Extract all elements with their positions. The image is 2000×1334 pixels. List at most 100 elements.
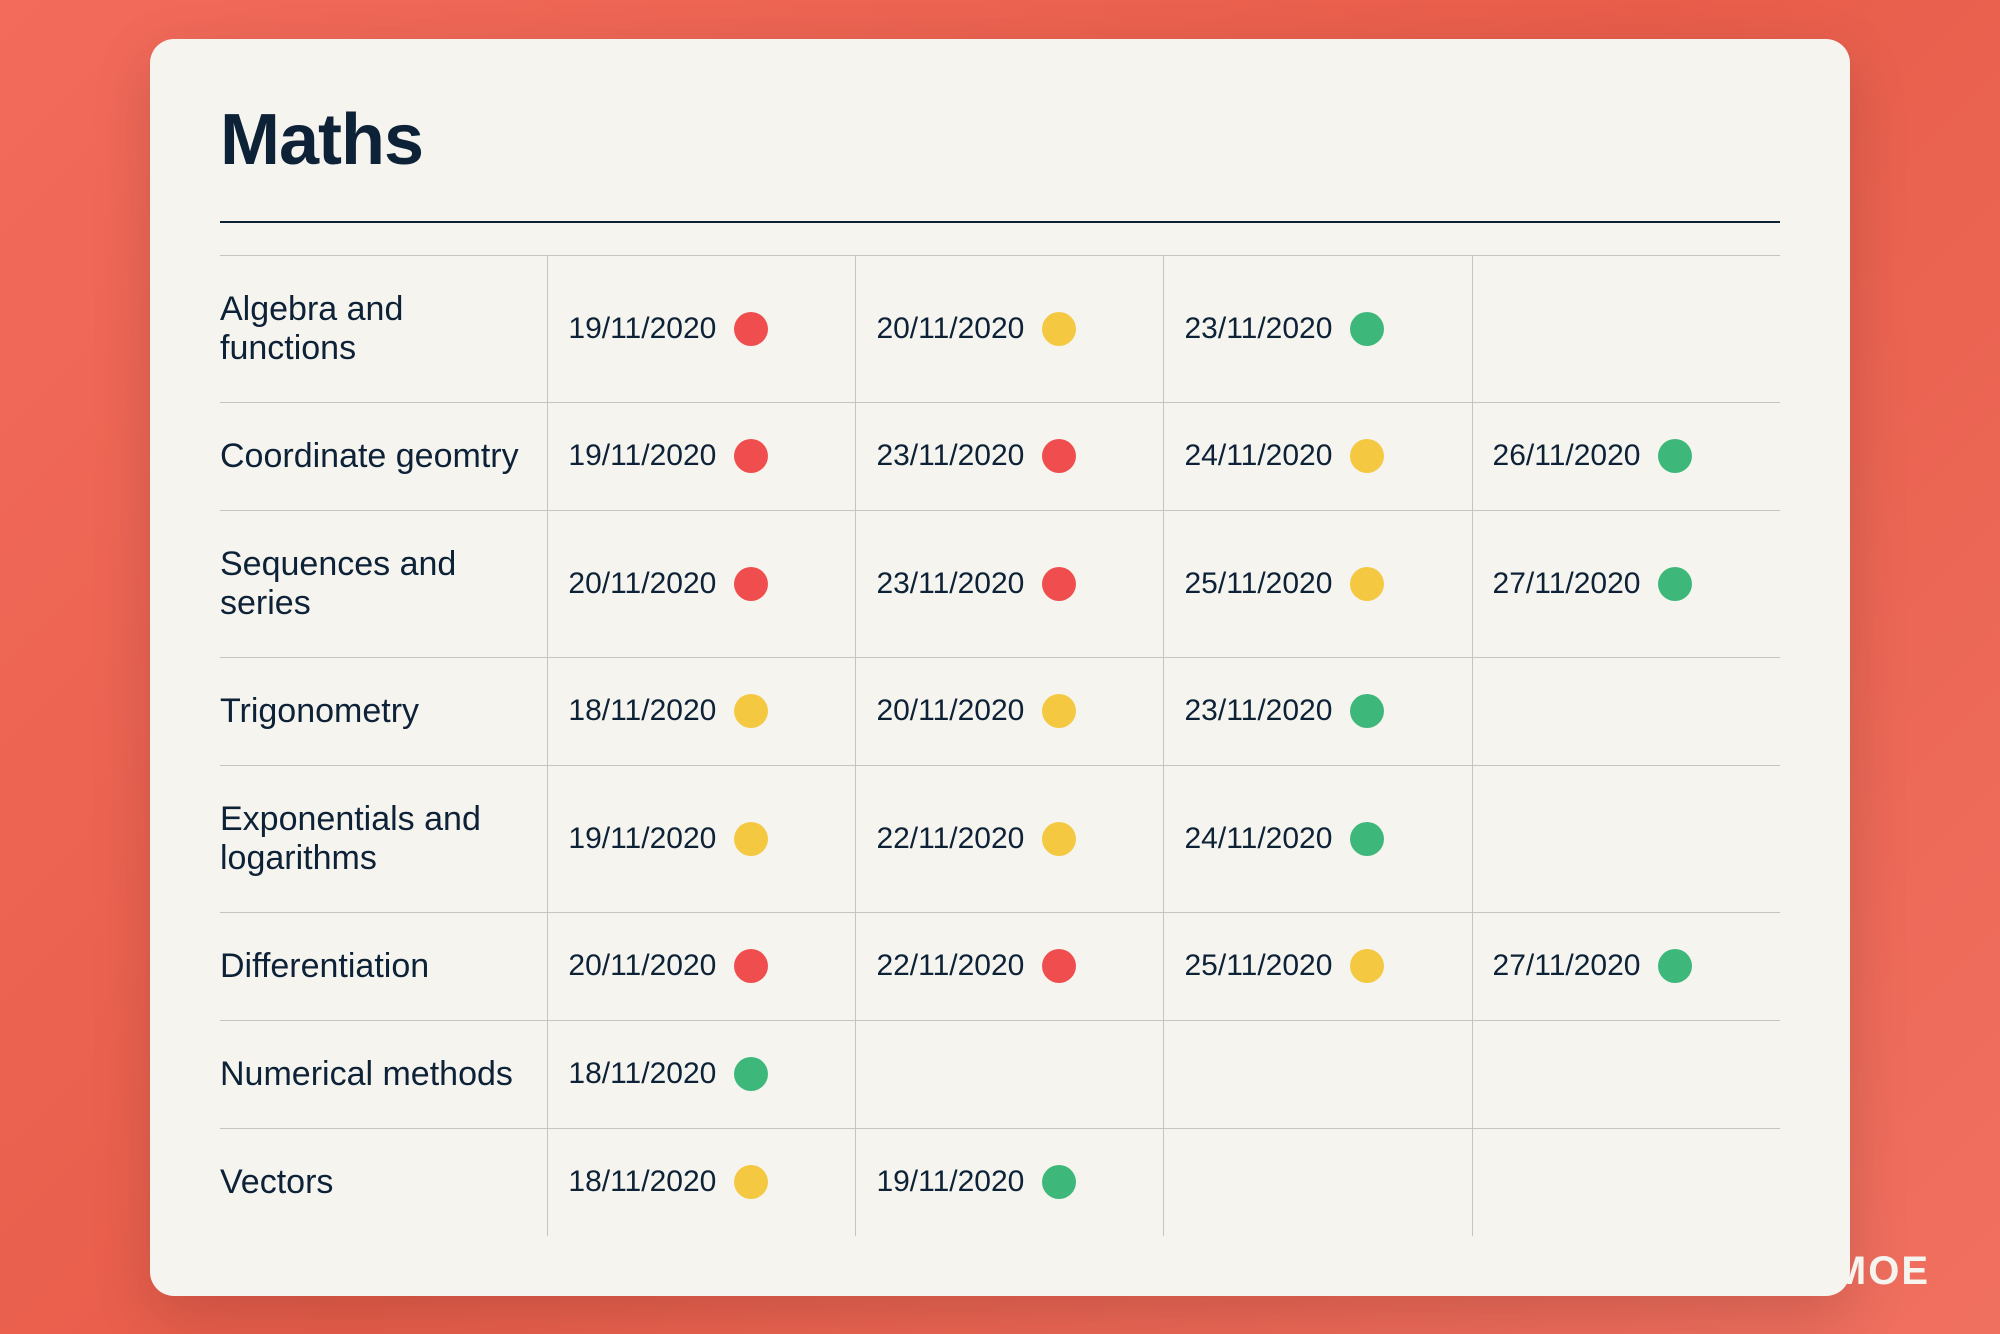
red-dot [734, 439, 768, 473]
green-dot [1350, 822, 1384, 856]
entry-cell: 23/11/2020 [856, 510, 1164, 657]
red-dot [734, 949, 768, 983]
red-dot [1042, 949, 1076, 983]
entry-date: 24/11/2020 [1184, 822, 1332, 856]
entry-cell: 18/11/2020 [548, 1020, 856, 1128]
table-row: Coordinate geomtry 19/11/2020 23/11/2020 24… [220, 402, 1780, 510]
orange-dot [1042, 312, 1076, 346]
entry-date: 25/11/2020 [1184, 949, 1332, 983]
topic-cell: Numerical methods [220, 1020, 548, 1128]
entry-cell: 25/11/2020 [1164, 510, 1472, 657]
entry-cell [1472, 255, 1780, 402]
entry-cell [1164, 1128, 1472, 1236]
green-dot [1658, 567, 1692, 601]
entry-date: 23/11/2020 [1184, 694, 1332, 728]
entry-date: 27/11/2020 [1493, 949, 1641, 983]
entry-cell: 24/11/2020 [1164, 402, 1472, 510]
entry-cell: 22/11/2020 [856, 912, 1164, 1020]
entry-date: 20/11/2020 [568, 567, 716, 601]
entry-cell: 24/11/2020 [1164, 765, 1472, 912]
table-row: Numerical methods 18/11/2020 [220, 1020, 1780, 1128]
orange-dot [1350, 567, 1384, 601]
entry-cell [1472, 1128, 1780, 1236]
entry-date: 19/11/2020 [568, 822, 716, 856]
table-row: Trigonometry 18/11/2020 20/11/2020 23/11/20… [220, 657, 1780, 765]
table-row: Algebra and functions 19/11/2020 20/11/202… [220, 255, 1780, 402]
entry-cell: 19/11/2020 [548, 765, 856, 912]
entry-date: 23/11/2020 [876, 439, 1024, 473]
entry-cell [856, 1020, 1164, 1128]
entry-cell: 20/11/2020 [856, 657, 1164, 765]
topic-cell: Trigonometry [220, 657, 548, 765]
entry-cell [1472, 1020, 1780, 1128]
green-dot [1042, 1165, 1076, 1199]
entry-cell: 22/11/2020 [856, 765, 1164, 912]
topic-cell: Sequences and series [220, 510, 548, 657]
orange-dot [1350, 949, 1384, 983]
entry-date: 18/11/2020 [568, 1165, 716, 1199]
orange-dot [734, 822, 768, 856]
entry-cell: 18/11/2020 [548, 657, 856, 765]
entry-cell: 23/11/2020 [1164, 255, 1472, 402]
entry-date: 20/11/2020 [876, 694, 1024, 728]
entry-cell [1472, 765, 1780, 912]
entry-date: 23/11/2020 [1184, 312, 1332, 346]
orange-dot [734, 694, 768, 728]
orange-dot [734, 1165, 768, 1199]
entry-cell [1472, 657, 1780, 765]
entry-cell: 23/11/2020 [856, 402, 1164, 510]
entry-date: 22/11/2020 [876, 949, 1024, 983]
table-row: Sequences and series 20/11/2020 23/11/2020… [220, 510, 1780, 657]
red-dot [734, 312, 768, 346]
table-row: Vectors 18/11/2020 19/11/2020 [220, 1128, 1780, 1236]
orange-dot [1350, 439, 1384, 473]
entry-date: 22/11/2020 [876, 822, 1024, 856]
green-dot [1658, 949, 1692, 983]
green-dot [734, 1057, 768, 1091]
entry-date: 20/11/2020 [876, 312, 1024, 346]
entry-cell: 20/11/2020 [548, 912, 856, 1020]
entry-cell: 26/11/2020 [1472, 402, 1780, 510]
topic-cell: Differentiation [220, 912, 548, 1020]
jamoe-logo: JAMOE [1778, 1249, 1930, 1294]
entry-cell: 25/11/2020 [1164, 912, 1472, 1020]
topic-cell: Exponentials and logarithms [220, 765, 548, 912]
entry-cell: 27/11/2020 [1472, 510, 1780, 657]
red-dot [1042, 439, 1076, 473]
entry-cell: 27/11/2020 [1472, 912, 1780, 1020]
table-row: Differentiation 20/11/2020 22/11/2020 25/11… [220, 912, 1780, 1020]
entry-date: 27/11/2020 [1493, 567, 1641, 601]
orange-dot [1042, 822, 1076, 856]
entry-date: 26/11/2020 [1493, 439, 1641, 473]
green-dot [1658, 439, 1692, 473]
entry-cell: 19/11/2020 [856, 1128, 1164, 1236]
topic-cell: Vectors [220, 1128, 548, 1236]
entry-date: 20/11/2020 [568, 949, 716, 983]
topic-cell: Coordinate geomtry [220, 402, 548, 510]
entry-date: 18/11/2020 [568, 694, 716, 728]
entry-date: 18/11/2020 [568, 1057, 716, 1091]
table-row: Exponentials and logarithms 19/11/2020 22/… [220, 765, 1780, 912]
topics-table: Algebra and functions 19/11/2020 20/11/202… [220, 221, 1780, 1236]
red-dot [734, 567, 768, 601]
entry-date: 25/11/2020 [1184, 567, 1332, 601]
topic-cell: Algebra and functions [220, 255, 548, 402]
main-card: Maths Algebra and functions 19/11/2020 20/… [150, 39, 1850, 1296]
entry-date: 19/11/2020 [568, 439, 716, 473]
page-title: Maths [220, 99, 1780, 181]
entry-cell: 20/11/2020 [548, 510, 856, 657]
orange-dot [1042, 694, 1076, 728]
green-dot [1350, 312, 1384, 346]
entry-date: 19/11/2020 [876, 1165, 1024, 1199]
entry-date: 23/11/2020 [876, 567, 1024, 601]
entry-cell: 19/11/2020 [548, 255, 856, 402]
entry-cell: 20/11/2020 [856, 255, 1164, 402]
red-dot [1042, 567, 1076, 601]
entry-cell [1164, 1020, 1472, 1128]
green-dot [1350, 694, 1384, 728]
entry-cell: 18/11/2020 [548, 1128, 856, 1236]
entry-date: 19/11/2020 [568, 312, 716, 346]
entry-cell: 23/11/2020 [1164, 657, 1472, 765]
entry-date: 24/11/2020 [1184, 439, 1332, 473]
entry-cell: 19/11/2020 [548, 402, 856, 510]
